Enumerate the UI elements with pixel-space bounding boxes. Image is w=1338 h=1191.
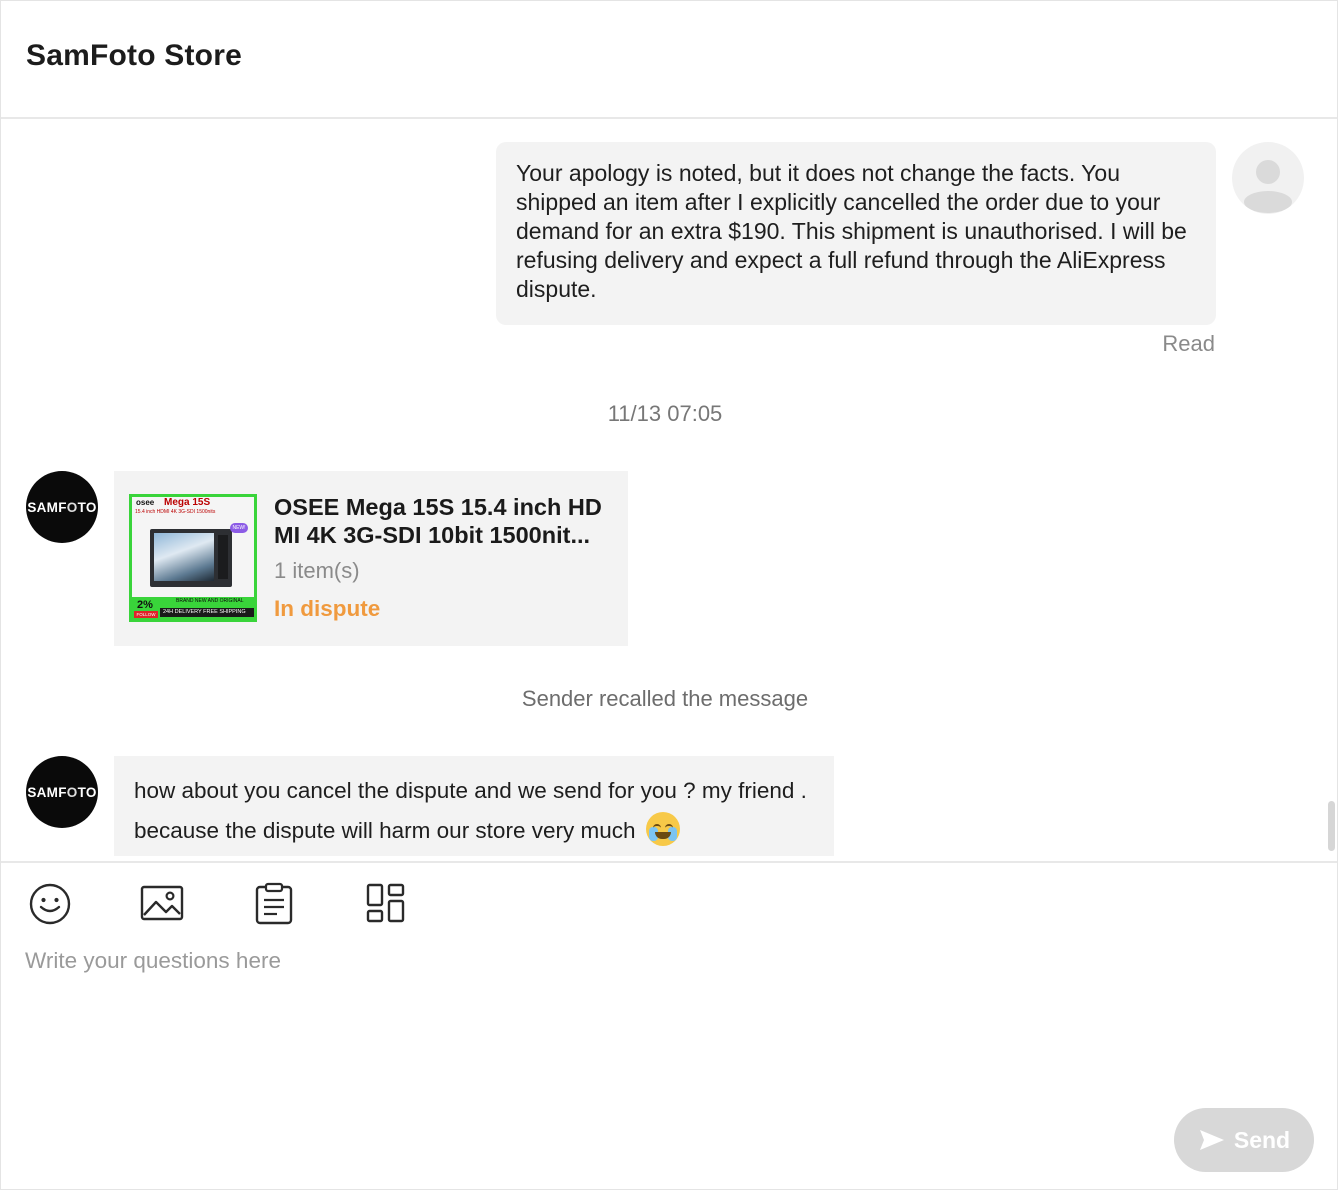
order-product-card[interactable]: osee Mega 15S 15.4 inch HDMI 4K 3G-SDI 1… bbox=[114, 471, 628, 646]
monitor-image bbox=[150, 529, 232, 587]
send-button-label: Send bbox=[1233, 1126, 1291, 1153]
thumbnail-model: Mega 15S bbox=[164, 497, 211, 508]
store-name-title: SamFoto Store bbox=[26, 39, 242, 72]
monitor-panel bbox=[218, 535, 228, 579]
thumbnail-follow: FOLLOW bbox=[134, 611, 158, 618]
product-grid-icon[interactable] bbox=[363, 881, 409, 927]
image-icon[interactable] bbox=[139, 881, 185, 927]
message-input[interactable]: Write your questions here bbox=[25, 948, 281, 974]
thumbnail-percent: 2% bbox=[137, 599, 153, 611]
message-composer: Write your questions here Send bbox=[1, 861, 1337, 1191]
chat-header: SamFoto Store bbox=[1, 1, 1337, 119]
default-user-icon bbox=[1244, 160, 1292, 213]
product-quantity: 1 item(s) bbox=[274, 558, 360, 583]
incoming-message-text: how about you cancel the dispute and we … bbox=[134, 778, 807, 843]
outgoing-message-bubble: Your apology is noted, but it does not c… bbox=[496, 142, 1216, 325]
order-status-badge: In dispute bbox=[274, 596, 381, 621]
chat-window: SamFoto Store Your apology is noted, but… bbox=[0, 0, 1338, 1190]
read-receipt: Read bbox=[1162, 331, 1215, 356]
store-avatar-text: SAMFOTO bbox=[27, 499, 97, 515]
message-list[interactable]: Your apology is noted, but it does not c… bbox=[1, 119, 1337, 861]
product-title-line-1: OSEE Mega 15S 15.4 inch HD bbox=[274, 494, 602, 520]
thumbnail-shipping: 24H DELIVERY FREE SHIPPING bbox=[160, 608, 254, 617]
thumbnail-logo: osee bbox=[136, 498, 155, 507]
emoji-icon[interactable] bbox=[27, 881, 73, 927]
monitor-screen bbox=[154, 533, 214, 581]
chat-scrollbar[interactable] bbox=[1328, 801, 1335, 851]
store-avatar[interactable]: SAMFOTO bbox=[26, 471, 98, 543]
incoming-message-bubble: how about you cancel the dispute and we … bbox=[114, 756, 834, 856]
crying-laughing-emoji-icon bbox=[645, 812, 680, 847]
product-thumbnail[interactable]: osee Mega 15S 15.4 inch HDMI 4K 3G-SDI 1… bbox=[129, 494, 257, 622]
thumbnail-promo-bar: 2% BRAND NEW AND ORIGINAL FOLLOW 24H DEL… bbox=[132, 597, 254, 619]
thumbnail-brand-line: BRAND NEW AND ORIGINAL bbox=[176, 598, 244, 604]
store-avatar[interactable]: SAMFOTO bbox=[26, 756, 98, 828]
thumbnail-new-badge: NEW! bbox=[230, 523, 248, 533]
user-avatar bbox=[1232, 142, 1304, 214]
recalled-message-notice: Sender recalled the message bbox=[521, 686, 809, 711]
send-button[interactable]: Send bbox=[1174, 1108, 1314, 1172]
order-list-icon[interactable] bbox=[251, 881, 297, 927]
thumbnail-tags: 15.4 inch HDMI 4K 3G-SDI 1500nits bbox=[135, 509, 216, 515]
product-title-line-2: MI 4K 3G-SDI 10bit 1500nit... bbox=[274, 522, 591, 548]
product-title[interactable]: OSEE Mega 15S 15.4 inch HD MI 4K 3G-SDI … bbox=[274, 493, 614, 549]
store-avatar-text: SAMFOTO bbox=[27, 784, 97, 800]
send-arrow-icon bbox=[1199, 1130, 1224, 1150]
message-timestamp: 11/13 07:05 bbox=[607, 401, 723, 426]
